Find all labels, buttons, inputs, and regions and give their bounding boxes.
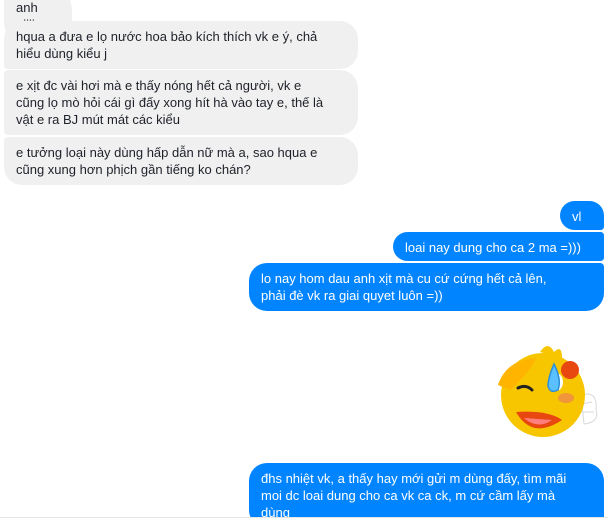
outgoing-message[interactable]: vl e — [560, 201, 604, 241]
outgoing-message[interactable]: lo nay hom dau anh xịt mà cu cứ cứng hết… — [249, 263, 604, 311]
incoming-message[interactable]: e xịt đc vài hơi mà e thấy nóng hết cả n… — [4, 70, 358, 135]
incoming-message[interactable]: e tưởng loại này dùng hấp dẫn nữ mà a, s… — [4, 137, 358, 185]
outgoing-message[interactable]: loai nay dung cho ca 2 ma =))) — [393, 232, 604, 261]
message-thread: anh eiiii hqua a đưa e lọ nước hoa bảo k… — [0, 0, 608, 518]
incoming-message[interactable]: hqua a đưa e lọ nước hoa bảo kích thích … — [4, 21, 358, 69]
crying-chick-sticker-icon[interactable] — [488, 340, 602, 454]
outgoing-message[interactable]: đhs nhiệt vk, a thấy hay mới gửi m dùng … — [249, 463, 604, 518]
